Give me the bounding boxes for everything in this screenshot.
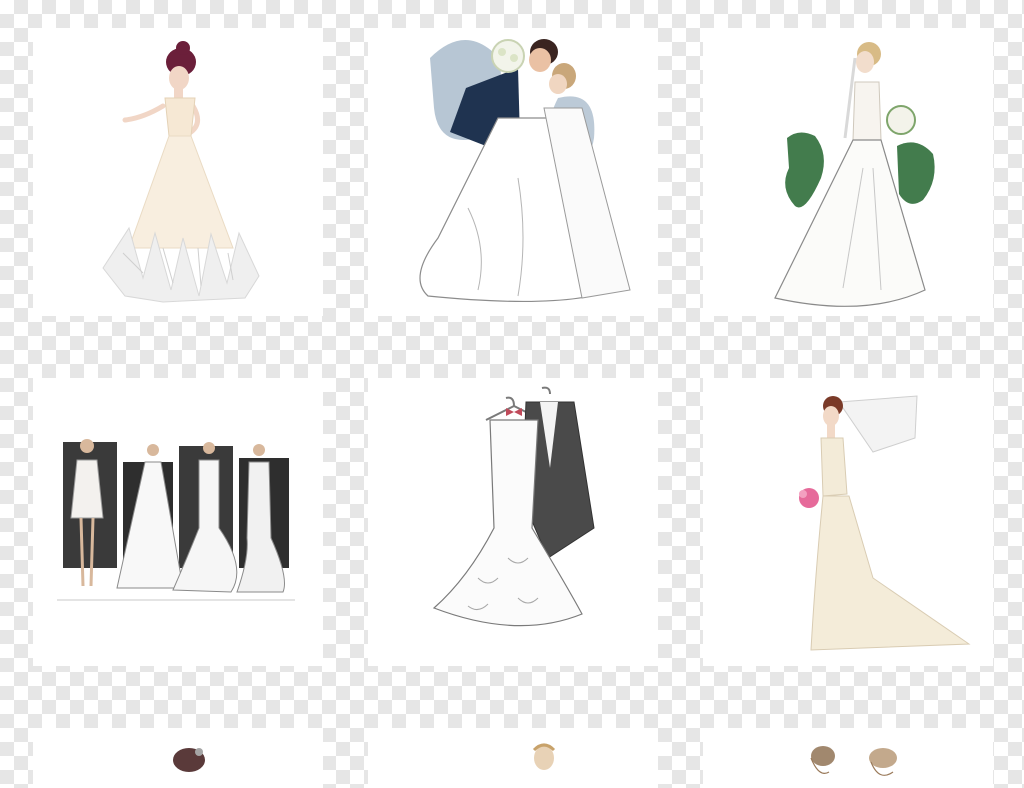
gallery-item-bride-profile[interactable] [703, 378, 993, 666]
kissing-couple-watercolor [419, 39, 631, 303]
bride-with-bouquet-green-watercolor [774, 42, 935, 307]
gallery-item-bride-ballgown[interactable] [33, 28, 323, 316]
bride-ballgown-illustration [102, 41, 260, 303]
dress-and-tuxedo-on-hangers [432, 386, 595, 627]
gallery-item-dress-sketches[interactable] [33, 378, 323, 666]
gallery-item-bride-partial[interactable] [33, 728, 323, 788]
gallery-item-bride-bouquet[interactable] [703, 28, 993, 316]
gallery-item-kissing-couple[interactable] [368, 28, 658, 316]
gallery-item-dress-tuxedo[interactable] [368, 378, 658, 666]
four-wedding-dress-sketches [57, 439, 295, 601]
gallery-item-figure-partial[interactable] [368, 728, 658, 788]
bride-side-profile-veil [799, 395, 971, 651]
bride-partial-top [173, 748, 205, 772]
gallery-item-hairstyle-partial[interactable] [703, 728, 993, 788]
figure-partial-top [532, 743, 556, 770]
hairstyle-sketches-partial [810, 746, 897, 776]
